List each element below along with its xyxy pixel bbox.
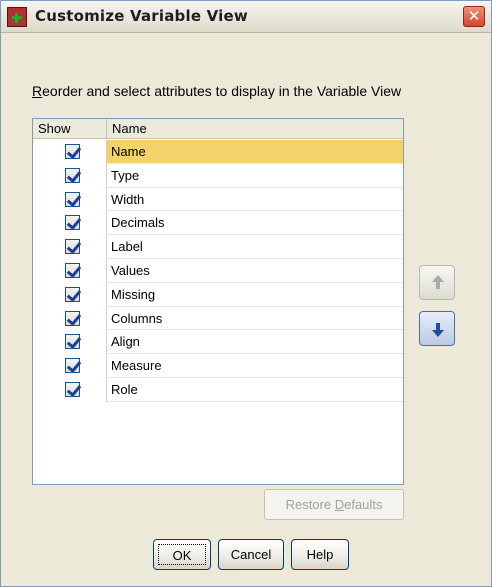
dialog-title: Customize Variable View xyxy=(35,7,248,25)
show-checkbox[interactable] xyxy=(65,334,80,350)
list-row[interactable]: Type xyxy=(33,163,403,188)
list-row[interactable]: Measure xyxy=(33,354,403,378)
list-row[interactable]: Name xyxy=(33,140,403,164)
attribute-name: Values xyxy=(107,259,403,283)
show-cell xyxy=(33,258,107,283)
show-cell xyxy=(33,211,107,236)
arrow-up-icon xyxy=(432,275,444,291)
show-cell xyxy=(33,377,107,402)
attribute-name: Decimals xyxy=(107,211,403,236)
close-button[interactable]: ✕ xyxy=(463,6,485,27)
list-row[interactable]: Align xyxy=(33,330,403,355)
show-checkbox[interactable] xyxy=(65,381,80,397)
show-checkbox[interactable] xyxy=(65,286,80,302)
instruction-text: Reorder and select attributes to display… xyxy=(32,83,402,99)
arrow-down-icon xyxy=(432,321,444,337)
ok-button[interactable]: OK xyxy=(153,539,211,570)
close-icon: ✕ xyxy=(467,7,481,25)
move-up-button[interactable] xyxy=(419,265,455,300)
list-row[interactable]: Decimals xyxy=(33,211,403,236)
list-row[interactable]: Columns xyxy=(33,306,403,331)
show-checkbox[interactable] xyxy=(65,215,80,231)
attribute-name: Label xyxy=(107,235,403,259)
show-checkbox[interactable] xyxy=(65,358,80,374)
ok-label: OK xyxy=(158,544,206,565)
show-checkbox[interactable] xyxy=(65,191,80,207)
list-row[interactable]: Values xyxy=(33,258,403,283)
list-rows: Name Type Width Decimals Label Values Missing C… xyxy=(33,140,403,402)
show-checkbox[interactable] xyxy=(65,167,80,183)
show-checkbox[interactable] xyxy=(65,144,80,159)
list-row[interactable]: Role xyxy=(33,377,403,402)
show-cell xyxy=(33,330,107,355)
list-row[interactable]: Width xyxy=(33,187,403,212)
list-header: Show Name xyxy=(33,119,403,139)
show-cell xyxy=(33,282,107,307)
show-cell xyxy=(33,306,107,331)
attribute-name: Align xyxy=(107,330,403,355)
help-button[interactable]: Help xyxy=(291,539,349,570)
show-cell xyxy=(33,187,107,212)
show-cell xyxy=(33,140,107,164)
customize-variable-view-dialog: Customize Variable View ✕ Reorder and se… xyxy=(0,0,492,587)
attribute-name: Role xyxy=(107,378,403,402)
column-header-show[interactable]: Show xyxy=(33,119,107,139)
spss-app-icon xyxy=(7,7,27,27)
attribute-name: Name xyxy=(107,140,403,164)
list-row[interactable]: Label xyxy=(33,235,403,259)
show-checkbox[interactable] xyxy=(65,239,80,255)
show-cell xyxy=(33,235,107,259)
attribute-name: Columns xyxy=(107,307,403,331)
column-header-name[interactable]: Name xyxy=(107,119,403,139)
attribute-name: Measure xyxy=(107,354,403,378)
show-cell xyxy=(33,354,107,378)
restore-defaults-button[interactable]: Restore Defaults xyxy=(264,489,404,520)
show-checkbox[interactable] xyxy=(65,310,80,326)
attribute-name: Missing xyxy=(107,283,403,307)
show-checkbox[interactable] xyxy=(65,262,80,278)
title-bar[interactable]: Customize Variable View ✕ xyxy=(1,1,491,33)
list-row[interactable]: Missing xyxy=(33,282,403,307)
move-down-button[interactable] xyxy=(419,311,455,346)
show-cell xyxy=(33,163,107,188)
attributes-list[interactable]: Show Name Name Type Width Decimals Label Valu… xyxy=(32,118,404,485)
cancel-button[interactable]: Cancel xyxy=(218,539,284,570)
attribute-name: Width xyxy=(107,188,403,212)
attribute-name: Type xyxy=(107,164,403,188)
